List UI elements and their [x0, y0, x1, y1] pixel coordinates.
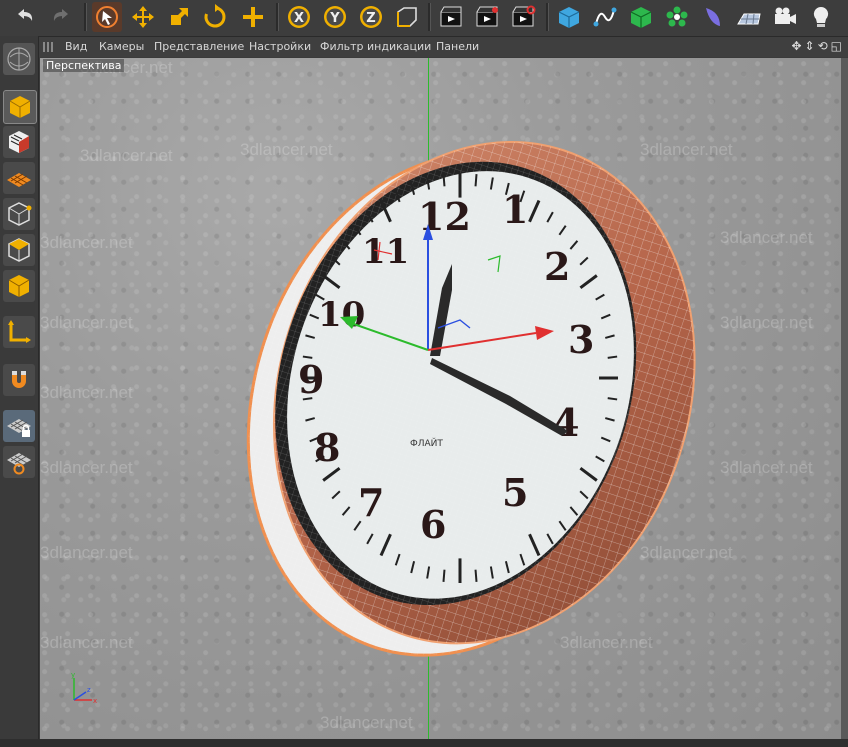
svg-text:x: x	[93, 697, 97, 705]
snap-settings-icon[interactable]	[3, 446, 35, 478]
workplane-icon[interactable]	[3, 126, 35, 158]
svg-text:X: X	[294, 11, 304, 26]
nurbs-icon[interactable]	[626, 2, 656, 32]
deformer-icon[interactable]	[698, 2, 728, 32]
svg-text:y: y	[71, 671, 75, 679]
rotate-icon[interactable]	[200, 2, 230, 32]
move-icon[interactable]	[128, 2, 158, 32]
menu-cameras[interactable]: Камеры	[99, 40, 144, 53]
numeral-3: 3	[568, 317, 594, 362]
render-settings-icon[interactable]	[508, 2, 538, 32]
menu-display[interactable]: Представление	[154, 40, 244, 53]
orbit-icon[interactable]: ⟲	[818, 39, 828, 53]
dial-tick	[474, 174, 478, 187]
render-view-icon[interactable]	[436, 2, 466, 32]
numeral-7: 7	[358, 480, 384, 525]
timeline-strip	[0, 739, 848, 747]
maximize-icon[interactable]: ◱	[831, 39, 842, 53]
viewport-nav-icons: ✥ ⇕ ⟲ ◱	[791, 39, 842, 53]
menu-panel[interactable]: Панели	[436, 40, 479, 53]
numeral-9: 9	[298, 357, 324, 402]
svg-text:Z: Z	[366, 11, 375, 26]
magnet-tool-icon[interactable]	[3, 364, 35, 396]
viewport-label: Перспектива	[43, 59, 125, 72]
dial-tick	[607, 397, 618, 401]
svg-text:Y: Y	[329, 11, 340, 26]
numeral-6: 6	[420, 502, 446, 547]
light-icon[interactable]	[806, 2, 836, 32]
world-axis-gizmo: y x z	[71, 671, 97, 705]
array-icon[interactable]	[662, 2, 692, 32]
floor-icon[interactable]	[734, 2, 764, 32]
y-axis-lock-icon[interactable]: Y	[320, 2, 350, 32]
camera-icon[interactable]	[770, 2, 800, 32]
viewport-grip-icon[interactable]	[43, 42, 53, 52]
viewport-scrollbar[interactable]	[841, 58, 848, 739]
perspective-viewport[interactable]: 3dlancer.net 3dlancer.net 3dlancer.net 3…	[40, 58, 841, 739]
scale-icon[interactable]	[164, 2, 194, 32]
numeral-8: 8	[314, 425, 340, 470]
numeral-10: 10	[318, 295, 365, 335]
dial-tick	[442, 569, 446, 582]
add-icon[interactable]	[238, 2, 268, 32]
dial-tick	[442, 174, 446, 187]
svg-text:z: z	[87, 686, 91, 694]
solid-cube-mode-icon[interactable]	[3, 270, 35, 302]
spline-icon[interactable]	[590, 2, 620, 32]
dial-tick	[474, 569, 478, 582]
cube-primitive-icon[interactable]	[554, 2, 584, 32]
redo-icon[interactable]	[46, 2, 76, 32]
numeral-5: 5	[502, 470, 528, 515]
viewport-menu-bar: Вид Камеры Представление Настройки Фильт…	[39, 37, 848, 57]
pan-icon[interactable]: ✥	[791, 39, 801, 53]
edges-mode-icon[interactable]	[3, 198, 35, 230]
polygons-mode-icon[interactable]	[3, 234, 35, 266]
dial-tick	[607, 355, 618, 359]
coordinate-system-icon[interactable]	[392, 2, 422, 32]
clock-brand-label: ФЛАЙТ	[410, 437, 443, 449]
main-toolbar: X Y Z	[0, 0, 848, 37]
model-mode-icon[interactable]	[3, 43, 35, 75]
menu-view[interactable]: Вид	[65, 40, 87, 53]
points-mode-icon[interactable]	[3, 162, 35, 194]
x-axis-lock-icon[interactable]: X	[284, 2, 314, 32]
snap-lock-icon[interactable]	[3, 410, 35, 442]
menu-options[interactable]: Настройки	[249, 40, 311, 53]
z-axis-lock-icon[interactable]: Z	[356, 2, 386, 32]
texture-mode-icon[interactable]	[3, 90, 37, 124]
left-mode-toolbar	[0, 36, 39, 747]
clock-model[interactable]: 12 1 2 3 4 5 6 7 8 9 10 11 ФЛАЙТ	[40, 58, 841, 739]
numeral-4: 4	[553, 400, 579, 445]
numeral-1: 1	[502, 187, 528, 232]
numeral-2: 2	[544, 244, 570, 289]
render-picture-viewer-icon[interactable]	[472, 2, 502, 32]
dolly-icon[interactable]: ⇕	[805, 39, 815, 53]
undo-icon[interactable]	[10, 2, 40, 32]
select-arrow-icon[interactable]	[92, 2, 122, 32]
menu-filter[interactable]: Фильтр индикации	[320, 40, 431, 53]
axis-mode-icon[interactable]	[3, 316, 35, 348]
